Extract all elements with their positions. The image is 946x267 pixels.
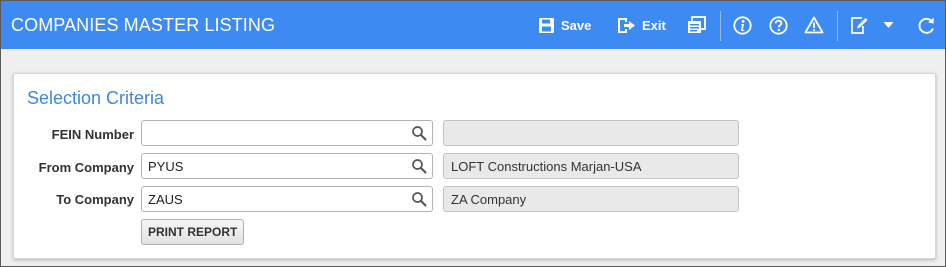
warning-button[interactable] xyxy=(804,1,824,49)
search-icon[interactable] xyxy=(411,191,427,207)
save-icon xyxy=(539,17,554,33)
from-company-input[interactable] xyxy=(141,153,433,179)
from-company-label: From Company xyxy=(38,160,134,175)
fein-number-label: FEIN Number xyxy=(51,127,134,142)
copy-button[interactable] xyxy=(687,1,706,49)
copy-icon xyxy=(688,16,706,33)
help-icon xyxy=(769,15,788,35)
fein-number-input[interactable] xyxy=(141,120,433,146)
search-icon[interactable] xyxy=(411,125,427,141)
fein-description-field xyxy=(443,120,739,146)
more-actions-dropdown[interactable] xyxy=(883,1,894,49)
edit-icon xyxy=(851,16,868,34)
selection-criteria-panel: Selection Criteria FEIN Number From Comp… xyxy=(13,73,936,259)
page-title: COMPANIES MASTER LISTING xyxy=(11,15,276,35)
exit-button[interactable]: Exit xyxy=(617,1,666,49)
from-company-description-field: LOFT Constructions Marjan-USA xyxy=(443,153,739,179)
print-report-button[interactable]: PRINT REPORT xyxy=(141,219,245,245)
save-label: Save xyxy=(561,17,592,33)
help-button[interactable] xyxy=(769,1,788,49)
exit-icon xyxy=(618,17,635,33)
to-company-label: To Company xyxy=(56,192,134,207)
section-title: Selection Criteria xyxy=(27,88,165,108)
window-frame: COMPANIES MASTER LISTING Save Exit Selec… xyxy=(0,0,946,267)
toolbar-divider xyxy=(720,11,721,41)
info-button[interactable] xyxy=(733,1,752,49)
warning-icon xyxy=(804,16,824,34)
refresh-icon xyxy=(918,17,934,34)
toolbar-divider xyxy=(837,11,838,41)
header-bar: COMPANIES MASTER LISTING Save Exit xyxy=(1,1,945,49)
save-button[interactable]: Save xyxy=(538,1,591,49)
to-company-input[interactable] xyxy=(141,186,433,212)
refresh-button[interactable] xyxy=(917,1,936,49)
to-company-description-field: ZA Company xyxy=(443,186,739,212)
info-icon xyxy=(733,15,752,35)
search-icon[interactable] xyxy=(411,158,427,174)
exit-label: Exit xyxy=(642,17,666,33)
chevron-down-icon xyxy=(883,22,894,28)
edit-button[interactable] xyxy=(850,1,869,49)
